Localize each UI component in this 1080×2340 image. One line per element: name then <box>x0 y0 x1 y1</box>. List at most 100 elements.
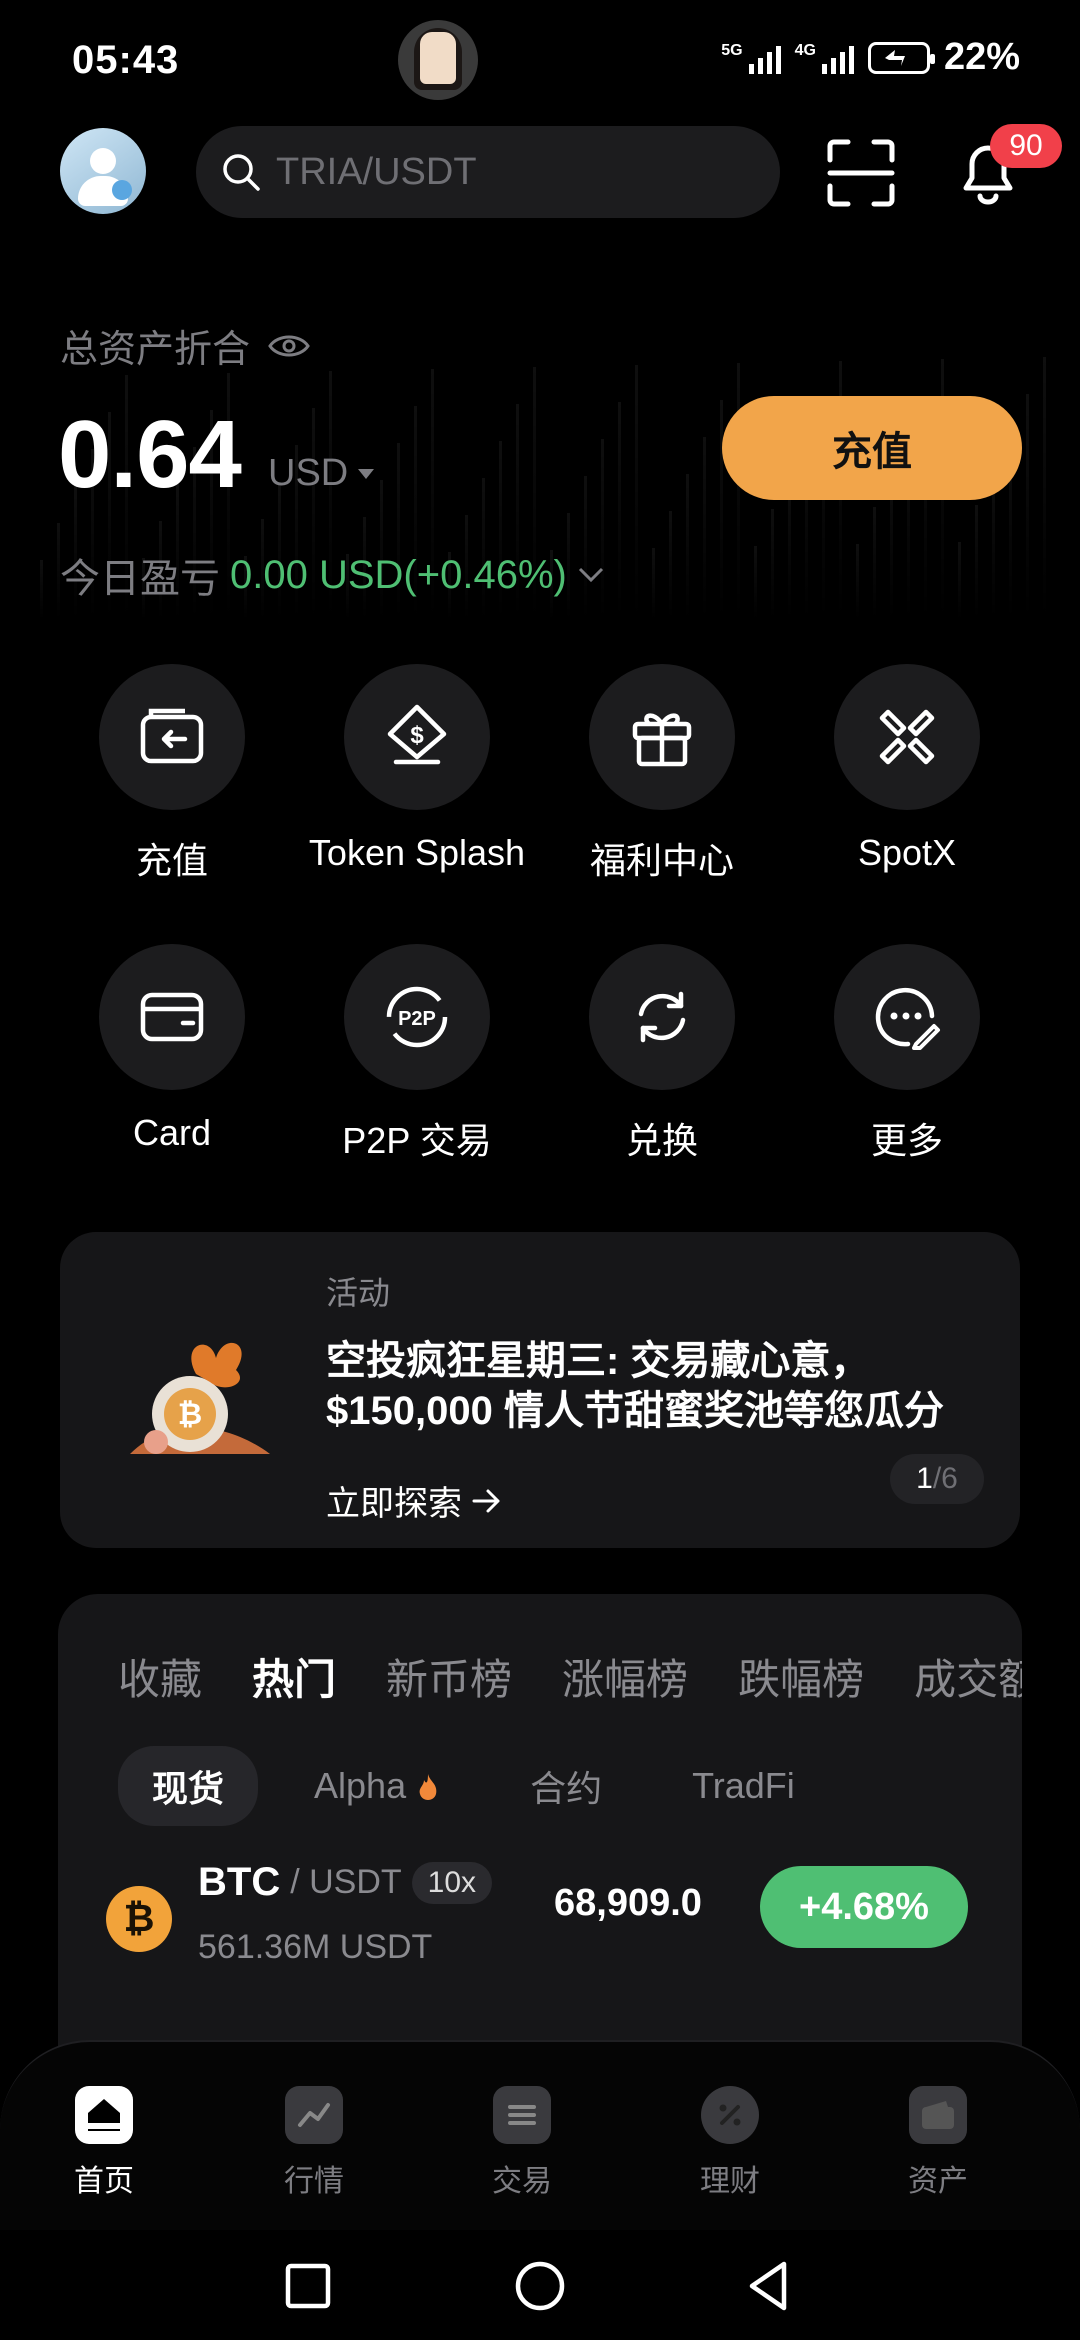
notification-badge: 90 <box>990 124 1062 168</box>
quick-action-convert[interactable]: 兑换 <box>542 944 782 1164</box>
quick-action-spotx[interactable]: SpotX <box>787 664 1027 874</box>
markets-panel: 收藏 热门 新币榜 涨幅榜 跌幅榜 成交额 现货 Alpha 合约 TradFi… <box>58 1594 1022 2114</box>
market-tabs: 收藏 热门 新币榜 涨幅榜 跌幅榜 成交额 <box>118 1646 1022 1707</box>
quick-action-label: Token Splash <box>308 832 526 873</box>
deposit-icon <box>140 708 204 764</box>
quick-action-label: SpotX <box>857 832 957 873</box>
pnl-value: 0.00 USD(+0.46%) <box>230 552 567 597</box>
pair-quote: / USDT <box>290 1863 402 1901</box>
quick-action-label: 兑换 <box>625 1120 698 1161</box>
signal-5g-icon: 5G <box>721 42 781 74</box>
tab-volume[interactable]: 成交额 <box>914 1646 1022 1707</box>
subtab-tradfi[interactable]: TradFi <box>658 1751 829 1821</box>
token-splash-icon: $ <box>387 704 447 765</box>
backdrop-streak <box>635 365 638 620</box>
spotx-icon <box>879 709 935 765</box>
backdrop-streak <box>754 546 757 620</box>
fire-icon <box>419 1774 437 1800</box>
tab-losers[interactable]: 跌幅榜 <box>738 1646 864 1707</box>
currency-selector[interactable]: USD <box>268 452 376 495</box>
nav-markets[interactable]: 行情 <box>254 2086 374 2200</box>
pair-volume: 561.36M USDT <box>198 1928 433 1966</box>
pair-base: BTC <box>198 1860 281 1904</box>
recent-apps-icon[interactable] <box>278 2256 338 2316</box>
backdrop-streak <box>652 548 655 620</box>
nav-earn[interactable]: 理财 <box>670 2086 790 2200</box>
daily-pnl[interactable]: 今日盈亏 0.00 USD(+0.46%) <box>60 546 605 604</box>
backdrop-streak <box>873 507 876 620</box>
leverage-badge: 10x <box>411 1861 493 1904</box>
subtab-futures[interactable]: 合约 <box>496 1746 636 1826</box>
nav-label: 首页 <box>74 2165 134 2198</box>
more-icon <box>875 987 940 1050</box>
avatar[interactable] <box>60 128 146 214</box>
search-bar[interactable] <box>196 126 780 218</box>
quick-action-label: Card <box>132 1112 212 1153</box>
convert-icon <box>638 991 686 1043</box>
quick-action-label: 充值 <box>135 840 208 881</box>
card-icon <box>140 992 204 1042</box>
currency-label: USD <box>268 452 349 494</box>
backdrop-streak <box>618 402 621 620</box>
deposit-button[interactable]: 充值 <box>722 396 1022 500</box>
promo-banner[interactable]: ₿ 活动 空投疯狂星期三: 交易藏心意， $150,000 情人节甜蜜奖池等您瓜… <box>60 1232 1020 1548</box>
promo-bitcoin-illustration: ₿ <box>130 1342 270 1454</box>
promo-pager: 1/6 <box>890 1454 984 1504</box>
pair-price: 68,909.0 <box>554 1882 702 1924</box>
backdrop-streak <box>771 509 774 620</box>
home-button-icon[interactable] <box>510 2256 570 2316</box>
nav-label: 资产 <box>908 2165 968 2198</box>
backdrop-streak <box>958 542 961 620</box>
promo-title-line: $150,000 情人节甜蜜奖池等您瓜分 <box>326 1389 944 1433</box>
quick-action-rewards[interactable]: 福利中心 <box>542 664 782 884</box>
quick-action-more[interactable]: 更多 <box>787 944 1027 1164</box>
backdrop-streak <box>856 544 859 620</box>
quick-action-label: P2P 交易 <box>342 1120 492 1161</box>
backdrop-streak <box>703 437 706 620</box>
p2p-icon: P2P <box>386 986 448 1048</box>
nav-trade[interactable]: 交易 <box>462 2086 582 2200</box>
quick-action-p2p[interactable]: P2P P2P 交易 <box>297 944 537 1164</box>
svg-text:P2P: P2P <box>398 1008 436 1030</box>
market-row[interactable]: ₿ BTC / USDT 10x 561.36M USDT 68,909.0 +… <box>58 1856 1022 1976</box>
status-time: 05:43 <box>72 38 180 82</box>
svg-text:$: $ <box>410 722 424 749</box>
price-change-badge[interactable]: +4.68% <box>760 1866 968 1948</box>
nav-assets[interactable]: 资产 <box>878 2086 998 2200</box>
trade-icon <box>493 2086 551 2144</box>
status-bar: 05:43 5G 4G 22% <box>0 0 1080 120</box>
promo-title-line: 空投疯狂星期三: 交易藏心意， <box>326 1339 871 1383</box>
backdrop-streak <box>720 400 723 620</box>
signal-4g-icon: 4G <box>795 42 854 74</box>
tab-favorites[interactable]: 收藏 <box>118 1646 202 1707</box>
search-icon <box>223 154 260 191</box>
gift-icon <box>632 713 692 767</box>
trading-pair: BTC / USDT 10x <box>198 1860 493 1905</box>
search-input[interactable] <box>276 150 756 194</box>
quick-action-label: 更多 <box>870 1120 943 1161</box>
tab-gainers[interactable]: 涨幅榜 <box>562 1646 688 1707</box>
scan-icon[interactable] <box>826 138 896 208</box>
backdrop-streak <box>975 505 978 620</box>
tab-hot[interactable]: 热门 <box>252 1646 336 1707</box>
eye-icon[interactable] <box>268 332 310 360</box>
bottom-nav: 首页 行情 交易 理财 资产 <box>0 2040 1080 2230</box>
back-icon[interactable] <box>740 2256 800 2316</box>
backdrop-streak <box>40 560 43 620</box>
quick-action-deposit[interactable]: 充值 <box>52 664 292 884</box>
subtab-spot[interactable]: 现货 <box>118 1746 259 1826</box>
quick-action-token-splash[interactable]: $ Token Splash <box>297 664 537 874</box>
home-icon <box>75 2086 133 2144</box>
status-indicators: 5G 4G 22% <box>721 36 1020 79</box>
earn-icon <box>701 2086 759 2144</box>
tab-new-listings[interactable]: 新币榜 <box>386 1646 512 1707</box>
promo-title: 空投疯狂星期三: 交易藏心意， $150,000 情人节甜蜜奖池等您瓜分 <box>326 1336 986 1436</box>
quick-action-card[interactable]: Card <box>52 944 292 1154</box>
subtab-alpha[interactable]: Alpha <box>280 1751 474 1821</box>
pnl-label: 今日盈亏 <box>60 557 220 601</box>
nav-home[interactable]: 首页 <box>44 2086 164 2200</box>
chevron-down-icon <box>578 567 603 583</box>
promo-explore-link[interactable]: 立即探索 <box>326 1476 502 1525</box>
backdrop-streak <box>669 511 672 620</box>
quick-action-label: 福利中心 <box>589 840 734 881</box>
